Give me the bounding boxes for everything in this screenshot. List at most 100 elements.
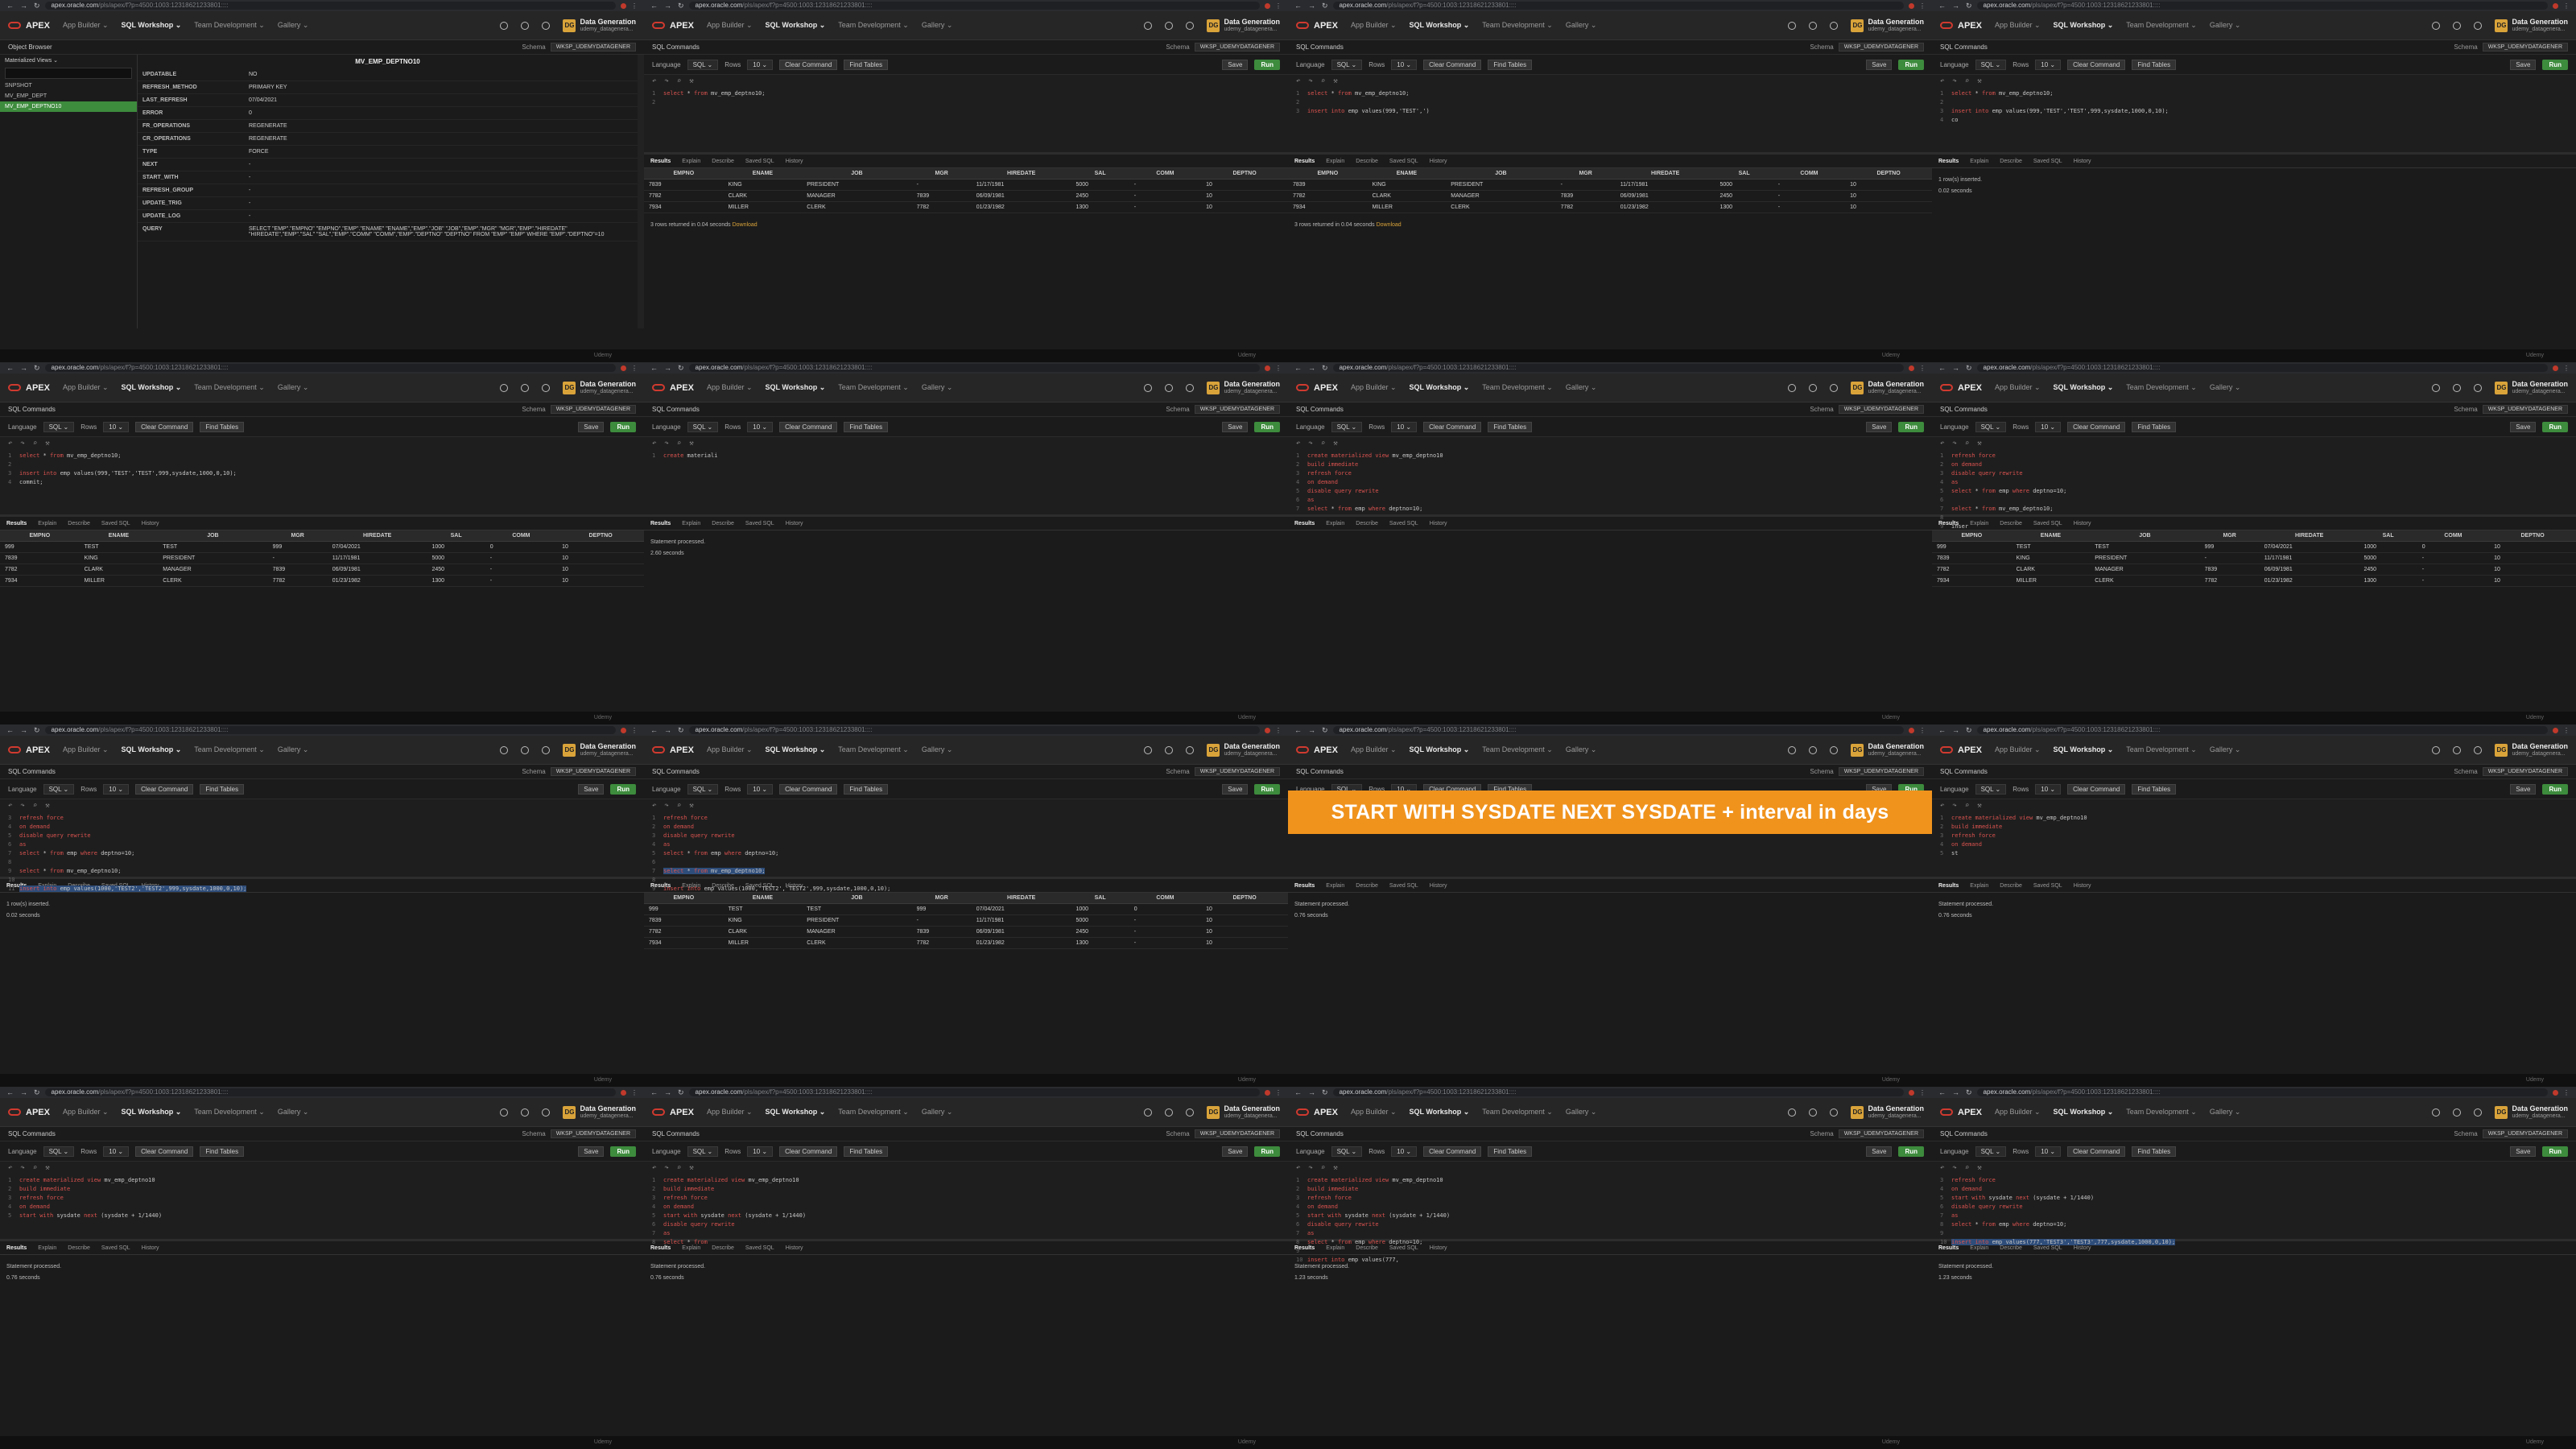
language-select[interactable]: SQL ⌄ (1331, 421, 1363, 432)
search-icon[interactable] (2432, 1108, 2441, 1117)
find-tables-button[interactable]: Find Tables (844, 421, 889, 432)
nav-menu-gallery[interactable]: Gallery ⌄ (922, 21, 953, 30)
tab-describe[interactable]: Describe (68, 1245, 90, 1251)
nav-menu-team-development[interactable]: Team Development ⌄ (2126, 383, 2197, 392)
apex-logo[interactable]: APEX (652, 383, 694, 393)
column-header[interactable]: EMPNO (644, 893, 724, 904)
reload-icon[interactable]: ↻ (34, 1088, 40, 1097)
nav-menu-gallery[interactable]: Gallery ⌄ (1566, 383, 1597, 392)
menu-icon[interactable]: ⋮ (1919, 1089, 1926, 1096)
redo-icon[interactable]: ↷ (664, 802, 668, 810)
code-area[interactable]: 1 create materialized view mv_emp_deptno1… (1288, 1174, 1932, 1265)
clear-command-button[interactable]: Clear Command (779, 59, 838, 70)
schema-select[interactable]: WKSP_UDEMYDATAGENER (2482, 405, 2568, 414)
run-button[interactable]: Run (1254, 59, 1280, 70)
undo-icon[interactable]: ↶ (1296, 1164, 1300, 1172)
user-icon[interactable] (1165, 1108, 1174, 1117)
apex-logo[interactable]: APEX (1940, 745, 1982, 755)
forward-icon[interactable]: → (1952, 364, 1959, 373)
clear-command-button[interactable]: Clear Command (2067, 59, 2126, 70)
sql-editor[interactable]: ↶ ↷ ⌕ ⚒ 1 select * from mv_emp_deptno10; 2 3 ins… (1932, 74, 2576, 155)
redo-icon[interactable]: ↷ (664, 1164, 668, 1172)
sql-editor[interactable]: ↶ ↷ ⌕ ⚒ 1 select * from mv_emp_deptno10; 2 (644, 74, 1288, 155)
wrench-icon[interactable]: ⚒ (1333, 77, 1337, 85)
back-icon[interactable]: ← (650, 2, 658, 10)
save-button[interactable]: Save (2510, 783, 2537, 795)
column-header[interactable]: JOB (2090, 530, 2200, 542)
forward-icon[interactable]: → (20, 2, 27, 10)
redo-icon[interactable]: ↷ (1308, 440, 1312, 448)
nav-menu-app-builder[interactable]: App Builder ⌄ (63, 21, 109, 30)
code-area[interactable]: 1 create materialized view mv_emp_deptno1… (0, 1174, 644, 1220)
workspace-switcher[interactable]: DG Data Generation udemy_datagenera... (1851, 18, 1924, 33)
redo-icon[interactable]: ↷ (664, 440, 668, 448)
column-header[interactable]: MGR (911, 893, 972, 904)
sql-editor[interactable]: ↶ ↷ ⌕ ⚒ 1 create materialized view mv_emp_dep… (1288, 1161, 1932, 1263)
search-icon[interactable]: ⌕ (1321, 1164, 1325, 1172)
tab-describe[interactable]: Describe (2000, 883, 2022, 889)
column-header[interactable]: COMM (2417, 530, 2490, 542)
workspace-switcher[interactable]: DG Data Generation udemy_datagenera... (2495, 1104, 2568, 1120)
column-header[interactable]: ENAME (1367, 168, 1447, 180)
search-icon[interactable]: ⌕ (33, 802, 37, 810)
save-button[interactable]: Save (2510, 421, 2537, 432)
workspace-switcher[interactable]: DG Data Generation udemy_datagenera... (2495, 18, 2568, 33)
undo-icon[interactable]: ↶ (652, 1164, 656, 1172)
tab-explain[interactable]: Explain (1970, 159, 1988, 164)
save-button[interactable]: Save (578, 783, 605, 795)
tab-saved-sql[interactable]: Saved SQL (1389, 883, 1418, 889)
redo-icon[interactable]: ↷ (20, 1164, 24, 1172)
nav-menu-sql-workshop[interactable]: SQL Workshop ⌄ (2054, 383, 2114, 392)
find-tables-button[interactable]: Find Tables (1488, 421, 1533, 432)
language-select[interactable]: SQL ⌄ (1331, 1146, 1363, 1157)
search-icon[interactable]: ⌕ (33, 440, 37, 448)
back-icon[interactable]: ← (1938, 1088, 1946, 1097)
reload-icon[interactable]: ↻ (1966, 726, 1972, 735)
menu-icon[interactable]: ⋮ (631, 1089, 638, 1096)
save-button[interactable]: Save (2510, 59, 2537, 70)
save-button[interactable]: Save (1866, 59, 1893, 70)
help-icon[interactable] (1830, 1108, 1839, 1117)
save-button[interactable]: Save (2510, 1146, 2537, 1157)
nav-menu-app-builder[interactable]: App Builder ⌄ (1995, 1108, 2041, 1117)
wrench-icon[interactable]: ⚒ (1977, 802, 1981, 810)
rows-select[interactable]: 10 ⌄ (2035, 1146, 2062, 1157)
nav-menu-gallery[interactable]: Gallery ⌄ (278, 21, 309, 30)
undo-icon[interactable]: ↶ (1940, 1164, 1944, 1172)
clear-command-button[interactable]: Clear Command (1423, 421, 1482, 432)
address-bar[interactable]: apex.oracle.com/pls/apex/f?p=4500:1003:1… (44, 364, 616, 372)
user-icon[interactable] (1809, 1108, 1818, 1117)
reload-icon[interactable]: ↻ (678, 1088, 684, 1097)
run-button[interactable]: Run (2542, 421, 2568, 432)
workspace-switcher[interactable]: DG Data Generation udemy_datagenera... (563, 1104, 636, 1120)
find-tables-button[interactable]: Find Tables (2132, 1146, 2177, 1157)
language-select[interactable]: SQL ⌄ (1331, 59, 1363, 70)
forward-icon[interactable]: → (1308, 726, 1315, 735)
column-header[interactable]: DEPTNO (1201, 168, 1288, 180)
extension-icon[interactable] (2553, 365, 2558, 371)
schema-select[interactable]: WKSP_UDEMYDATAGENER (550, 1129, 636, 1138)
redo-icon[interactable]: ↷ (1952, 440, 1956, 448)
sql-editor[interactable]: ↶ ↷ ⌕ ⚒ 1 create materialized view mv_emp_dep… (1288, 436, 1932, 517)
tab-saved-sql[interactable]: Saved SQL (745, 521, 774, 526)
tab-explain[interactable]: Explain (1326, 159, 1344, 164)
language-select[interactable]: SQL ⌄ (687, 421, 719, 432)
tab-history[interactable]: History (1430, 159, 1447, 164)
language-select[interactable]: SQL ⌄ (43, 783, 75, 795)
schema-select[interactable]: WKSP_UDEMYDATAGENER (1838, 405, 1924, 414)
wrench-icon[interactable]: ⚒ (1333, 1164, 1337, 1172)
forward-icon[interactable]: → (664, 1088, 671, 1097)
search-icon[interactable]: ⌕ (677, 440, 681, 448)
search-icon[interactable]: ⌕ (677, 1164, 681, 1172)
address-bar[interactable]: apex.oracle.com/pls/apex/f?p=4500:1003:1… (688, 1088, 1260, 1096)
find-tables-button[interactable]: Find Tables (1488, 59, 1533, 70)
tab-saved-sql[interactable]: Saved SQL (745, 159, 774, 164)
nav-menu-app-builder[interactable]: App Builder ⌄ (707, 1108, 753, 1117)
save-button[interactable]: Save (578, 1146, 605, 1157)
run-button[interactable]: Run (2542, 1146, 2568, 1157)
undo-icon[interactable]: ↶ (652, 802, 656, 810)
user-icon[interactable] (2453, 745, 2462, 754)
help-icon[interactable] (1186, 745, 1195, 754)
rows-select[interactable]: 10 ⌄ (2035, 783, 2062, 795)
apex-logo[interactable]: APEX (652, 21, 694, 31)
